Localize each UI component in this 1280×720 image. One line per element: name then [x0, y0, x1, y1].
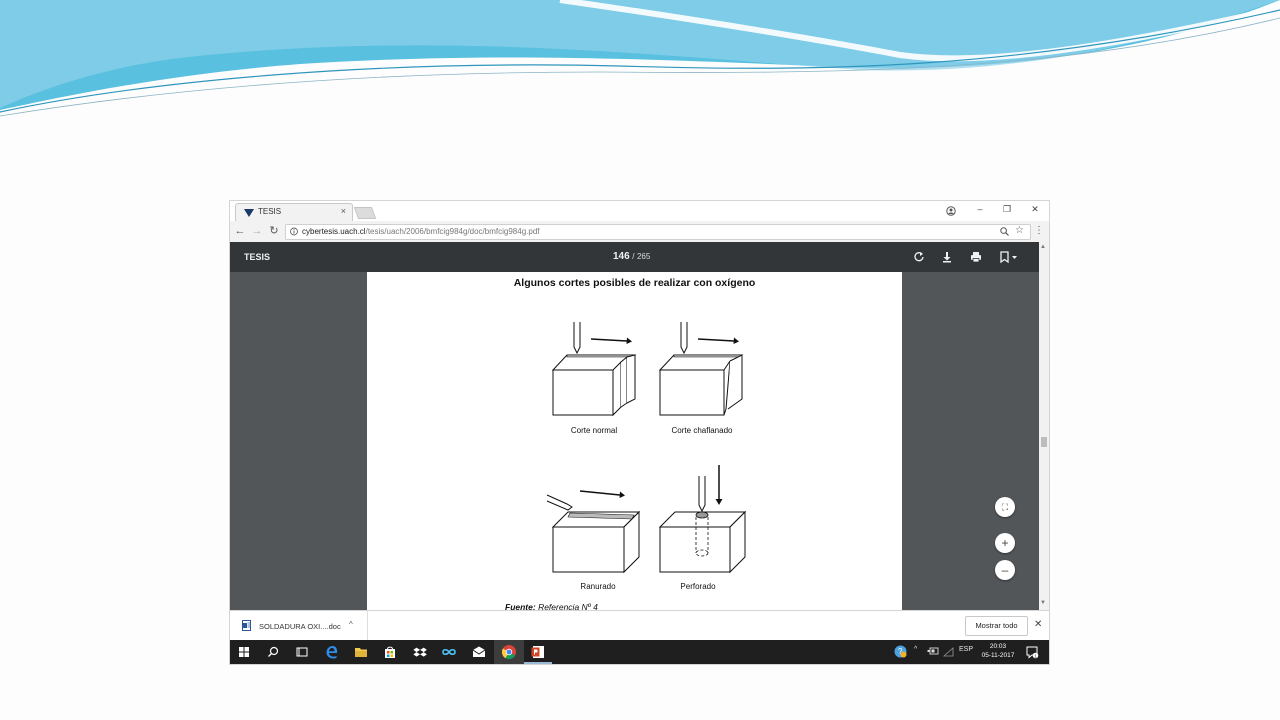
zoom-out-button[interactable]: –	[995, 560, 1015, 580]
scrollbar[interactable]: ▲ ▼	[1039, 242, 1049, 610]
source-label: Fuente:	[505, 602, 536, 610]
favicon-icon	[244, 209, 254, 217]
url-text: cybertesis.uach.cl/tesis/uach/2006/bmfci…	[302, 227, 539, 236]
zoom-in-button[interactable]: +	[995, 533, 1015, 553]
figure-corte-normal	[551, 322, 637, 417]
figure-label: Corte normal	[570, 426, 618, 435]
clock[interactable]: 20:03 05-11-2017	[978, 642, 1018, 660]
bookmark-icon[interactable]	[998, 250, 1020, 264]
zoom-icon[interactable]	[1000, 227, 1009, 236]
address-bar[interactable]: cybertesis.uach.cl/tesis/uach/2006/bmfci…	[285, 224, 1031, 240]
rotate-icon[interactable]	[912, 250, 926, 264]
tab-title: TESIS	[258, 207, 282, 216]
profile-icon[interactable]	[946, 206, 956, 216]
restore-button[interactable]: ❐	[1000, 204, 1014, 215]
print-icon[interactable]	[969, 250, 983, 264]
browser-menu-icon[interactable]: ⋮	[1034, 225, 1044, 236]
minimize-button[interactable]: –	[973, 204, 987, 214]
dropbox-icon[interactable]	[412, 644, 428, 660]
show-hidden-icons-chevron[interactable]: ^	[914, 646, 917, 653]
source-caption: Fuente: Referencia Nº 4	[505, 602, 598, 610]
fit-to-page-button[interactable]: ⛶	[995, 497, 1015, 517]
close-window-button[interactable]: ✕	[1028, 204, 1042, 215]
current-page-input[interactable]: 146	[613, 251, 630, 262]
powerpoint-icon[interactable]	[530, 644, 546, 660]
download-icon[interactable]	[940, 250, 954, 264]
clock-time: 20:03	[989, 643, 1007, 650]
chrome-icon[interactable]	[501, 644, 517, 660]
word-doc-icon	[242, 620, 251, 631]
figure-label: Perforado	[680, 582, 716, 591]
pdf-viewer: TESIS 146 / 265 Algunos cortes posibles …	[230, 242, 1049, 610]
figure-perforado	[658, 465, 747, 574]
task-view-icon[interactable]	[294, 644, 310, 660]
total-pages: 265	[636, 252, 651, 261]
tab-close-button[interactable]: ×	[341, 206, 346, 216]
url-host: cybertesis.uach.cl	[302, 227, 366, 236]
notifications-icon[interactable]: 1	[1025, 645, 1039, 659]
clock-date: 05-11-2017	[981, 652, 1015, 659]
browser-window: TESIS × – ❐ ✕ ← → ↻ cybertesis.uach.cl/t…	[230, 201, 1049, 664]
pdf-title: TESIS	[244, 252, 271, 262]
pdf-page: Algunos cortes posibles de realizar con …	[367, 272, 902, 610]
browser-toolbar: ← → ↻ cybertesis.uach.cl/tesis/uach/2006…	[230, 221, 1049, 243]
battery-icon[interactable]	[927, 647, 939, 656]
page-title: Algunos cortes posibles de realizar con …	[513, 277, 756, 289]
close-download-bar-button[interactable]: ✕	[1034, 619, 1042, 630]
figure-corte-chaflanado	[658, 322, 744, 416]
edge-browser-icon[interactable]	[324, 644, 340, 660]
file-explorer-icon[interactable]	[353, 644, 369, 660]
store-icon[interactable]	[382, 644, 398, 660]
decorative-wave	[0, 0, 1280, 117]
figure-label: Corte chaflanado	[671, 426, 733, 435]
language-indicator[interactable]: ESP	[959, 646, 973, 653]
source-text: Referencia Nº 4	[535, 602, 598, 610]
svg-text:?: ?	[898, 647, 903, 656]
tab-tesis[interactable]: TESIS ×	[235, 203, 353, 222]
page-indicator: 146 / 265	[613, 251, 650, 262]
search-icon[interactable]	[265, 644, 281, 660]
pdf-toolbar: TESIS 146 / 265	[230, 242, 1039, 272]
scroll-up-arrow[interactable]: ▲	[1040, 244, 1046, 250]
back-button[interactable]: ←	[234, 225, 246, 237]
download-item[interactable]: SOLDADURA OXI....doc ^	[230, 611, 368, 641]
infinity-icon[interactable]	[441, 644, 457, 660]
download-bar: SOLDADURA OXI....doc ^ Mostrar todo ✕	[230, 610, 1049, 641]
forward-button[interactable]: →	[251, 225, 263, 237]
windows-start-icon[interactable]	[236, 644, 252, 660]
tab-strip: TESIS × – ❐ ✕	[230, 201, 1049, 222]
scroll-thumb[interactable]	[1041, 437, 1047, 447]
new-tab-button[interactable]	[353, 207, 377, 219]
bookmark-star-icon[interactable]: ☆	[1015, 225, 1024, 236]
show-all-button[interactable]: Mostrar todo	[965, 616, 1028, 636]
chevron-up-icon[interactable]: ^	[349, 620, 353, 629]
figure-label: Ranurado	[580, 582, 616, 591]
download-file-name: SOLDADURA OXI....doc	[259, 622, 341, 631]
scroll-down-arrow[interactable]: ▼	[1040, 600, 1046, 606]
help-icon[interactable]: ?	[894, 645, 907, 658]
page-separator: /	[632, 252, 635, 261]
taskbar: ? ^ ESP 20:03 05-11-2017 1	[230, 640, 1049, 664]
taskbar-app-indicator	[524, 662, 552, 664]
figure-ranurado	[546, 490, 641, 574]
info-icon[interactable]	[290, 227, 298, 236]
network-icon[interactable]	[943, 647, 954, 657]
reload-button[interactable]: ↻	[268, 225, 280, 237]
mail-icon[interactable]	[471, 644, 487, 660]
url-path: /tesis/uach/2006/bmfcig984g/doc/bmfcig98…	[365, 227, 540, 236]
